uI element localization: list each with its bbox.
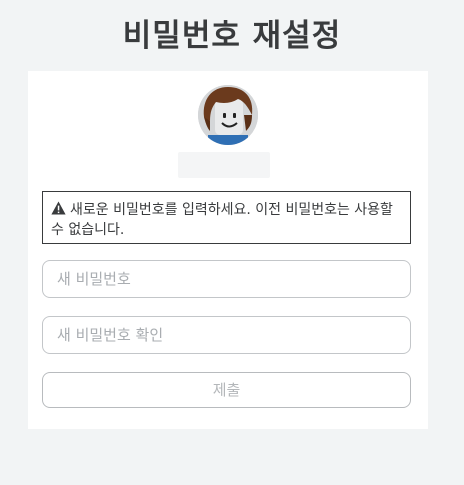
username-placeholder <box>178 152 270 178</box>
new-password-input[interactable] <box>42 260 411 298</box>
avatar <box>198 85 258 145</box>
warning-icon <box>51 201 66 215</box>
submit-button[interactable]: 제출 <box>42 372 411 408</box>
alert-message: 새로운 비밀번호를 입력하세요. 이전 비밀번호는 사용할 수 없습니다. <box>51 202 393 238</box>
page-title: 비밀번호 재설정 <box>122 18 342 54</box>
warning-alert: 새로운 비밀번호를 입력하세요. 이전 비밀번호는 사용할 수 없습니다. <box>42 191 411 244</box>
confirm-password-input[interactable] <box>42 316 411 354</box>
reset-card: 새로운 비밀번호를 입력하세요. 이전 비밀번호는 사용할 수 없습니다. 제출 <box>28 71 428 429</box>
avatar-image <box>198 85 258 145</box>
